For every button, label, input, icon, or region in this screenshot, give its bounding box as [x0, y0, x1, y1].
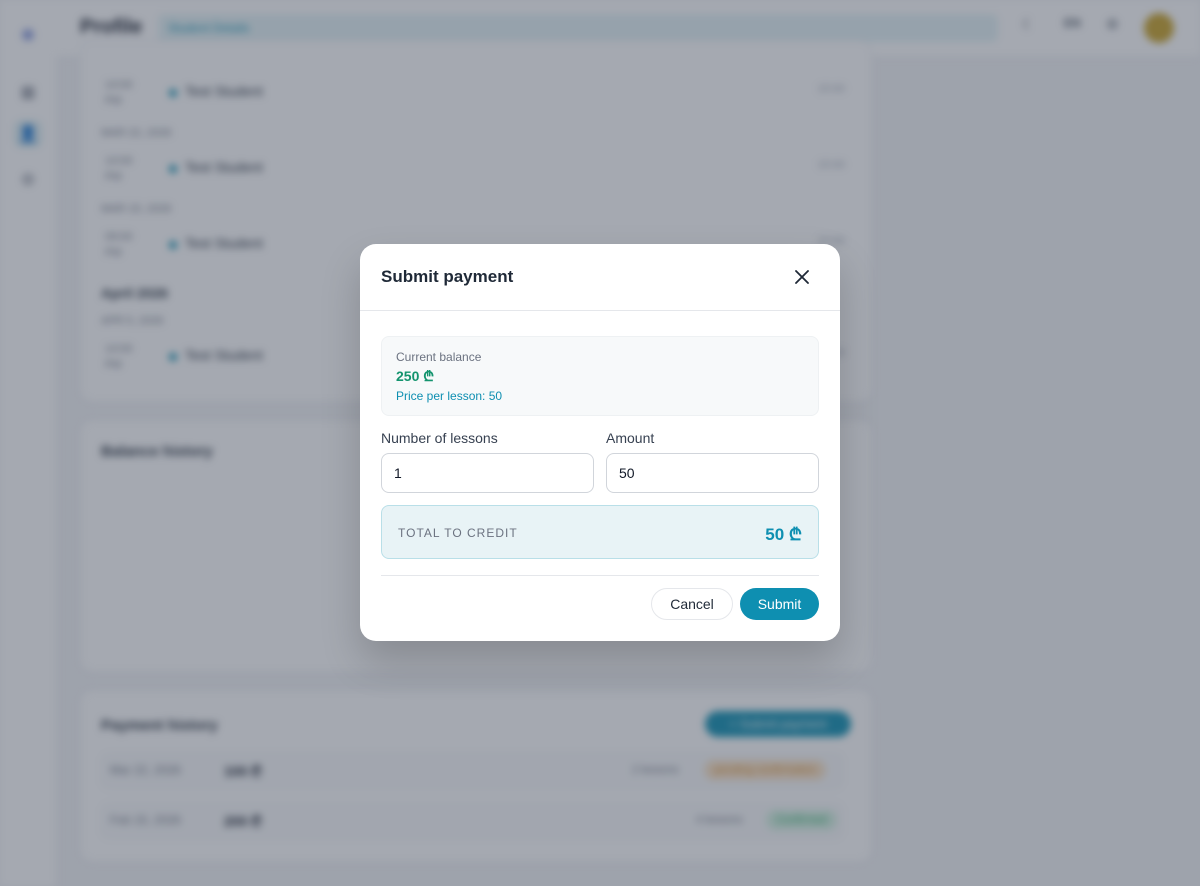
total-label: TOTAL TO CREDIT	[398, 526, 518, 540]
submit-payment-dialog: Submit payment Current balance 250 ₾ Pri…	[360, 244, 840, 641]
balance-label: Current balance	[396, 350, 482, 364]
total-to-credit: TOTAL TO CREDIT 50 ₾	[381, 505, 819, 559]
cancel-button[interactable]: Cancel	[651, 588, 733, 620]
amount-input[interactable]	[606, 453, 819, 493]
amount-label: Amount	[606, 430, 655, 446]
balance-summary: Current balance 250 ₾ Price per lesson: …	[381, 336, 819, 416]
submit-button[interactable]: Submit	[740, 588, 819, 620]
lessons-input[interactable]	[381, 453, 594, 493]
close-icon	[795, 270, 809, 284]
lessons-label: Number of lessons	[381, 430, 498, 446]
divider	[381, 575, 819, 576]
dialog-title: Submit payment	[381, 267, 514, 286]
balance-value: 250 ₾	[396, 368, 435, 384]
close-button[interactable]	[788, 264, 816, 292]
dialog-header: Submit payment	[360, 244, 840, 311]
price-per-lesson: Price per lesson: 50	[396, 389, 503, 403]
total-value: 50 ₾	[765, 525, 802, 544]
